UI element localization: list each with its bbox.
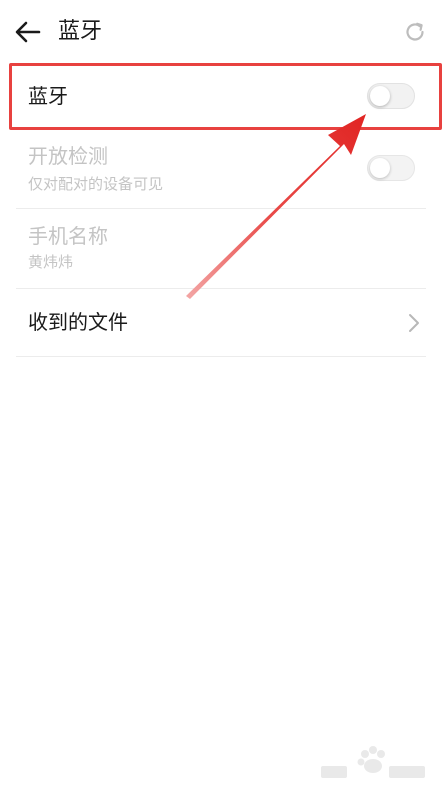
device-name-value: 黄炜炜 <box>28 253 74 271</box>
bluetooth-row: 蓝牙 <box>16 68 427 124</box>
received-files-label: 收到的文件 <box>28 310 128 334</box>
bluetooth-settings-screen: 蓝牙 蓝牙 开放检测 仅对配对的设备可见 手机名称 黄炜炜 收到的文件 <box>0 0 443 800</box>
page-title: 蓝牙 <box>58 19 103 44</box>
open-detection-toggle[interactable] <box>367 155 415 181</box>
chevron-right-icon <box>409 314 419 332</box>
device-name-label: 手机名称 <box>28 224 108 248</box>
bluetooth-toggle[interactable] <box>367 83 415 109</box>
bluetooth-label: 蓝牙 <box>28 84 68 108</box>
open-detection-sublabel: 仅对配对的设备可见 <box>28 175 164 193</box>
open-detection-row: 开放检测 仅对配对的设备可见 <box>16 138 427 208</box>
open-detection-label: 开放检测 <box>28 144 108 168</box>
device-name-row[interactable]: 手机名称 黄炜炜 <box>16 220 427 288</box>
header: 蓝牙 <box>0 0 443 62</box>
divider <box>16 208 426 209</box>
refresh-icon <box>406 22 424 41</box>
toggle-knob <box>370 86 390 106</box>
received-files-row[interactable]: 收到的文件 <box>16 290 427 356</box>
divider <box>16 356 426 357</box>
refresh-button[interactable] <box>397 14 433 50</box>
toggle-knob <box>370 158 390 178</box>
divider <box>16 288 426 289</box>
back-arrow-icon <box>15 21 41 43</box>
back-button[interactable] <box>10 14 46 50</box>
baidu-jingyan-logo <box>321 746 425 778</box>
